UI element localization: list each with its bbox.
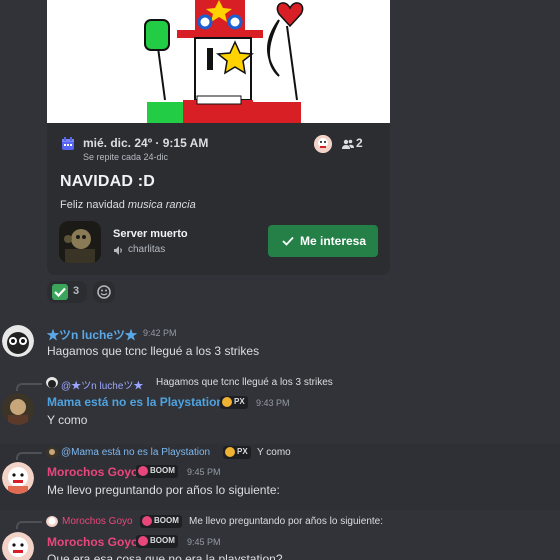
- timestamp: 9:42 PM: [143, 328, 177, 338]
- interested-users[interactable]: 2: [314, 135, 378, 153]
- reply-connector: [16, 383, 42, 391]
- event-card[interactable]: mié. dic. 24º · 9:15 AM Se repite cada 2…: [47, 0, 390, 275]
- message-content: Hagamos que tcnc llegué a los 3 strikes: [47, 344, 260, 358]
- event-repeat: Se repite cada 24-dic: [83, 152, 169, 162]
- message-content: Y como: [47, 413, 88, 427]
- reply-avatar[interactable]: [46, 446, 58, 458]
- add-reaction-button[interactable]: [93, 281, 115, 303]
- message-content: Me llevo preguntando por años lo siguien…: [47, 483, 280, 497]
- role-badge: BOOM: [136, 535, 178, 548]
- role-badge: BOOM: [136, 465, 178, 478]
- reply-author[interactable]: @Mama está no es la Playstation: [61, 447, 210, 458]
- avatar[interactable]: [2, 393, 34, 425]
- interested-button-label: Me interesa: [300, 234, 367, 248]
- reply-connector: [16, 521, 42, 529]
- event-meta-row: mié. dic. 24º · 9:15 AM Se repite cada 2…: [61, 135, 378, 167]
- role-badge-icon: [138, 466, 148, 476]
- check-mark-emoji: [52, 284, 68, 300]
- role-badge-label: BOOM: [150, 536, 175, 545]
- reply-text[interactable]: Hagamos que tcnc llegué a los 3 strikes: [156, 377, 333, 388]
- event-title: NAVIDAD :D: [60, 173, 156, 190]
- reply-role-badge: PX: [223, 446, 251, 459]
- role-badge-label: PX: [234, 397, 245, 406]
- role-badge-icon: [222, 397, 232, 407]
- role-badge-label: PX: [237, 447, 248, 456]
- event-date: mié. dic. 24º · 9:15 AM: [83, 136, 209, 150]
- reply-text[interactable]: Y como: [257, 447, 291, 458]
- reply-author[interactable]: @★ツn lucheツ★: [61, 377, 143, 392]
- role-badge-icon: [138, 536, 148, 546]
- avatar: [314, 135, 332, 153]
- server-icon[interactable]: [59, 221, 101, 263]
- people-icon: [342, 139, 354, 149]
- event-description-text: Feliz navidad: [60, 199, 128, 211]
- smiley-icon: [97, 285, 111, 299]
- timestamp: 9:45 PM: [187, 467, 221, 477]
- reply-avatar[interactable]: [46, 376, 58, 388]
- message-content: Que era esa cosa que no era la playstati…: [47, 552, 283, 560]
- username[interactable]: Morochos Goyo: [47, 535, 138, 549]
- role-badge: PX: [220, 396, 248, 409]
- speaker-icon: [114, 246, 122, 255]
- interested-button[interactable]: Me interesa: [268, 225, 378, 257]
- reply-role-badge: BOOM: [140, 515, 182, 528]
- event-description: Feliz navidad musica rancia: [60, 199, 196, 211]
- avatar[interactable]: [2, 462, 34, 494]
- calendar-icon: [62, 137, 74, 150]
- avatar[interactable]: [2, 325, 34, 357]
- role-badge-icon: [225, 447, 235, 457]
- username[interactable]: Mama está no es la Playstation: [47, 395, 224, 409]
- reply-author[interactable]: Morochos Goyo: [62, 516, 133, 527]
- timestamp: 9:43 PM: [256, 398, 290, 408]
- event-banner-image: [47, 0, 390, 123]
- role-badge-icon: [142, 516, 152, 526]
- event-description-italic: musica rancia: [127, 199, 196, 211]
- username[interactable]: ★ツn lucheツ★: [47, 326, 137, 343]
- check-icon: [282, 236, 294, 246]
- role-badge-label: BOOM: [154, 516, 179, 525]
- role-badge-label: BOOM: [150, 466, 175, 475]
- reply-avatar[interactable]: [46, 515, 58, 527]
- reaction-count: 3: [73, 285, 80, 297]
- reaction-check[interactable]: 3: [47, 281, 87, 303]
- timestamp: 9:45 PM: [187, 537, 221, 547]
- server-name[interactable]: Server muerto: [113, 228, 188, 240]
- voice-channel-name[interactable]: charlitas: [128, 244, 165, 255]
- reply-connector: [16, 452, 42, 460]
- reply-text[interactable]: Me llevo preguntando por años lo siguien…: [189, 516, 383, 527]
- interested-count: 2: [356, 136, 363, 150]
- avatar[interactable]: [2, 532, 34, 560]
- username[interactable]: Morochos Goyo: [47, 465, 138, 479]
